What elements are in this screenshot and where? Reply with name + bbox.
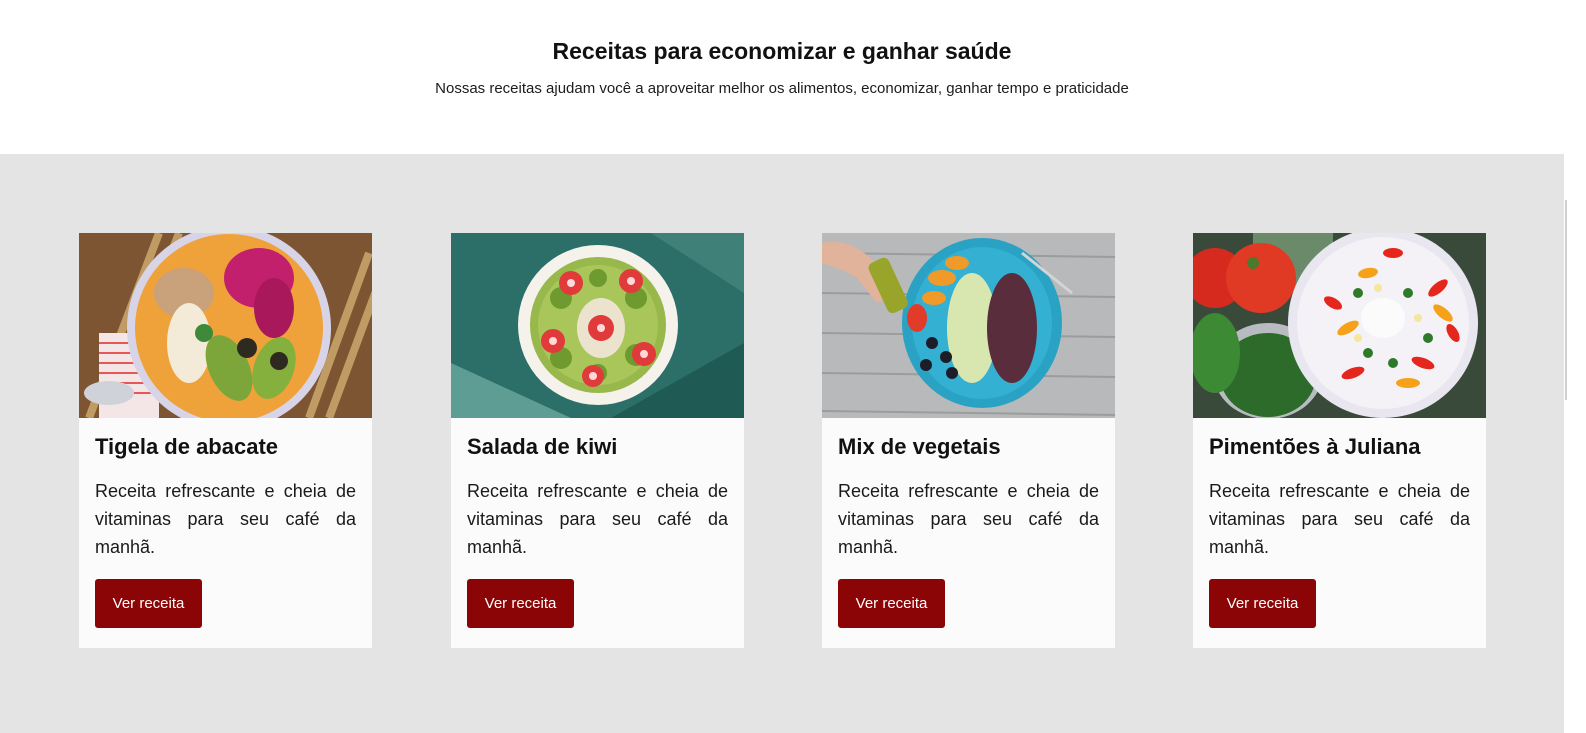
card-title: Tigela de abacate [95, 434, 279, 459]
recipe-card: Tigela de abacate Receita refrescante e … [79, 233, 372, 648]
card-description: Receita refrescante e cheia de vitaminas… [467, 481, 728, 557]
page: Receitas para economizar e ganhar saúde … [0, 0, 1586, 733]
view-recipe-button[interactable]: Ver receita [467, 579, 574, 628]
card-title: Salada de kiwi [467, 434, 618, 459]
recipe-card: Salada de kiwi Receita refrescante e che… [451, 233, 744, 648]
page-title: Receitas para economizar e ganhar saúde [552, 38, 1012, 64]
recipe-card: Pimentões à Juliana Receita refrescante … [1193, 233, 1486, 648]
card-title: Pimentões à Juliana [1209, 434, 1421, 459]
card-description: Receita refrescante e cheia de vitaminas… [95, 481, 356, 557]
view-recipe-button[interactable]: Ver receita [95, 579, 202, 628]
view-recipe-button[interactable]: Ver receita [838, 579, 945, 628]
view-recipe-button[interactable]: Ver receita [1209, 579, 1316, 628]
hero-section: Receitas para economizar e ganhar saúde … [0, 0, 1564, 154]
recipes-section: Tigela de abacate Receita refrescante e … [0, 154, 1564, 733]
kiwi-salad-image [451, 233, 744, 418]
card-description: Receita refrescante e cheia de vitaminas… [1209, 481, 1470, 557]
card-title: Mix de vegetais [838, 434, 1001, 459]
julienne-peppers-image [1193, 233, 1486, 418]
vegetable-mix-image [822, 233, 1115, 418]
avocado-bowl-image [79, 233, 372, 418]
page-subtitle: Nossas receitas ajudam você a aproveitar… [435, 80, 1129, 97]
scrollbar-thumb[interactable] [1565, 200, 1567, 400]
recipe-card: Mix de vegetais Receita refrescante e ch… [822, 233, 1115, 648]
card-description: Receita refrescante e cheia de vitaminas… [838, 481, 1099, 557]
scrollbar-track[interactable] [1564, 0, 1586, 733]
